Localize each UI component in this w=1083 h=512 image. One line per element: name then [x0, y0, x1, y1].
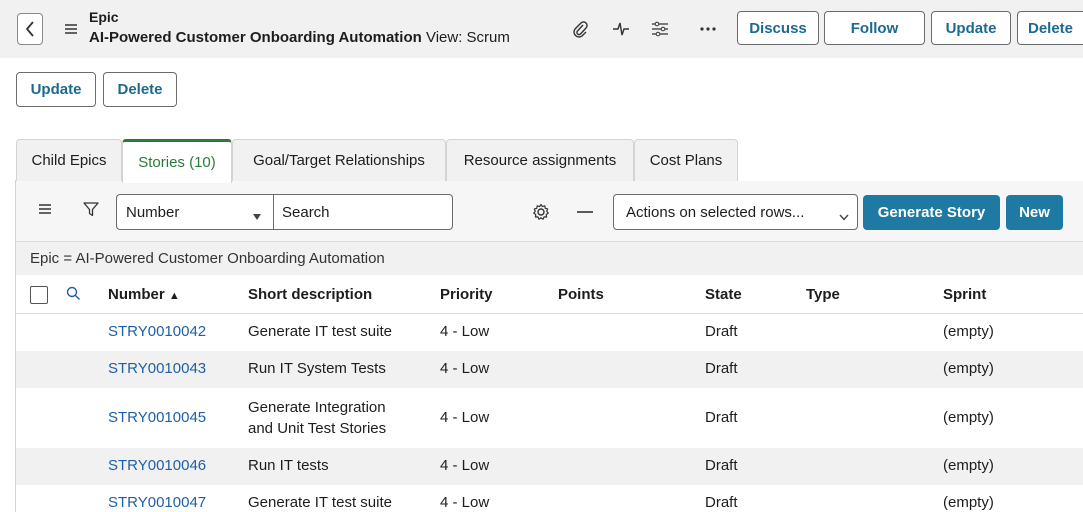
sliders-icon[interactable]: [649, 18, 671, 40]
story-number-link[interactable]: STRY0010045: [108, 409, 206, 426]
state-cell: Draft: [705, 323, 738, 340]
short-description-cell: Run IT tests: [248, 457, 329, 474]
more-icon[interactable]: [697, 18, 719, 40]
select-all-checkbox[interactable]: [30, 286, 48, 304]
header-update-button[interactable]: Update: [931, 11, 1011, 45]
column-header-short-description[interactable]: Short description: [248, 286, 372, 303]
state-cell: Draft: [705, 409, 738, 426]
activity-icon[interactable]: [610, 18, 632, 40]
column-header-state[interactable]: State: [705, 286, 742, 303]
column-header-priority[interactable]: Priority: [440, 286, 493, 303]
delete-button[interactable]: Delete: [103, 72, 177, 107]
tab-cost-plans[interactable]: Cost Plans: [634, 139, 738, 181]
short-description-cell: Generate IT test suite: [248, 323, 392, 340]
priority-cell: 4 - Low: [440, 457, 490, 474]
sprint-cell: (empty): [943, 494, 994, 511]
column-header-points[interactable]: Points: [558, 286, 604, 303]
story-number-link[interactable]: STRY0010047: [108, 494, 206, 511]
priority-cell: 4 - Low: [440, 494, 490, 511]
record-title: AI-Powered Customer Onboarding Automatio…: [89, 29, 422, 46]
record-type: Epic: [89, 9, 119, 25]
story-number-link[interactable]: STRY0010042: [108, 323, 206, 340]
collapse-icon[interactable]: [577, 211, 593, 213]
search-icon[interactable]: [66, 286, 81, 306]
search-input[interactable]: [274, 194, 453, 230]
short-description-cell: Run IT System Tests: [248, 360, 386, 377]
gear-icon[interactable]: [532, 203, 550, 221]
list-menu-icon[interactable]: [38, 203, 52, 215]
column-header-sprint[interactable]: Sprint: [943, 286, 986, 303]
record-header: Epic AI-Powered Customer Onboarding Auto…: [0, 0, 1083, 58]
state-cell: Draft: [705, 360, 738, 377]
table-row: STRY0010046 Run IT tests 4 - Low Draft (…: [16, 448, 1083, 485]
chevron-down-icon: [839, 208, 849, 225]
tab-child-epics[interactable]: Child Epics: [16, 139, 122, 181]
filter-condition[interactable]: Epic = AI-Powered Customer Onboarding Au…: [30, 250, 385, 267]
column-header-number-label: Number: [108, 286, 165, 303]
search-field-label: Number: [126, 203, 180, 221]
priority-cell: 4 - Low: [440, 360, 490, 377]
table-row: STRY0010042 Generate IT test suite 4 - L…: [16, 314, 1083, 351]
sprint-cell: (empty): [943, 457, 994, 474]
column-header-row: Number ▲ Short description Priority Poin…: [16, 276, 1083, 314]
follow-button[interactable]: Follow: [824, 11, 925, 45]
sort-ascending-icon: ▲: [168, 290, 180, 302]
sprint-cell: (empty): [943, 409, 994, 426]
column-header-type[interactable]: Type: [806, 286, 840, 303]
back-button[interactable]: [17, 13, 43, 45]
tab-resource-assignments[interactable]: Resource assignments: [446, 139, 634, 181]
tab-goal-target-relationships[interactable]: Goal/Target Relationships: [232, 139, 446, 181]
actions-select-label: Actions on selected rows...: [626, 203, 805, 221]
actions-select[interactable]: Actions on selected rows...: [613, 194, 858, 230]
header-delete-button[interactable]: Delete: [1017, 11, 1083, 45]
priority-cell: 4 - Low: [440, 409, 490, 426]
back-icon: [25, 21, 34, 37]
filter-icon[interactable]: [83, 201, 99, 217]
story-number-link[interactable]: STRY0010043: [108, 360, 206, 377]
state-cell: Draft: [705, 494, 738, 511]
search-field-select[interactable]: Number: [116, 194, 274, 230]
table-row: STRY0010047 Generate IT test suite 4 - L…: [16, 485, 1083, 512]
new-button[interactable]: New: [1006, 195, 1063, 230]
priority-cell: 4 - Low: [440, 323, 490, 340]
sprint-cell: (empty): [943, 323, 994, 340]
paperclip-icon[interactable]: [569, 18, 591, 40]
tab-stories[interactable]: Stories (10): [122, 139, 232, 183]
filter-breadcrumb: Epic = AI-Powered Customer Onboarding Au…: [16, 241, 1083, 275]
chevron-down-icon: [253, 207, 261, 224]
sprint-cell: (empty): [943, 360, 994, 377]
view-label[interactable]: View: Scrum: [426, 29, 510, 46]
table-row: STRY0010043 Run IT System Tests 4 - Low …: [16, 351, 1083, 388]
story-number-link[interactable]: STRY0010046: [108, 457, 206, 474]
short-description-cell: Generate Integration and Unit Test Stori…: [248, 399, 387, 437]
state-cell: Draft: [705, 457, 738, 474]
short-description-cell: Generate IT test suite: [248, 494, 392, 511]
menu-icon[interactable]: [64, 22, 78, 40]
record-title-line: AI-Powered Customer Onboarding Automatio…: [89, 29, 510, 46]
column-header-number[interactable]: Number ▲: [108, 286, 180, 303]
update-button[interactable]: Update: [16, 72, 96, 107]
discuss-button[interactable]: Discuss: [737, 11, 819, 45]
table-row: STRY0010045 Generate Integration and Uni…: [16, 388, 1083, 448]
generate-story-button[interactable]: Generate Story: [863, 195, 1000, 230]
